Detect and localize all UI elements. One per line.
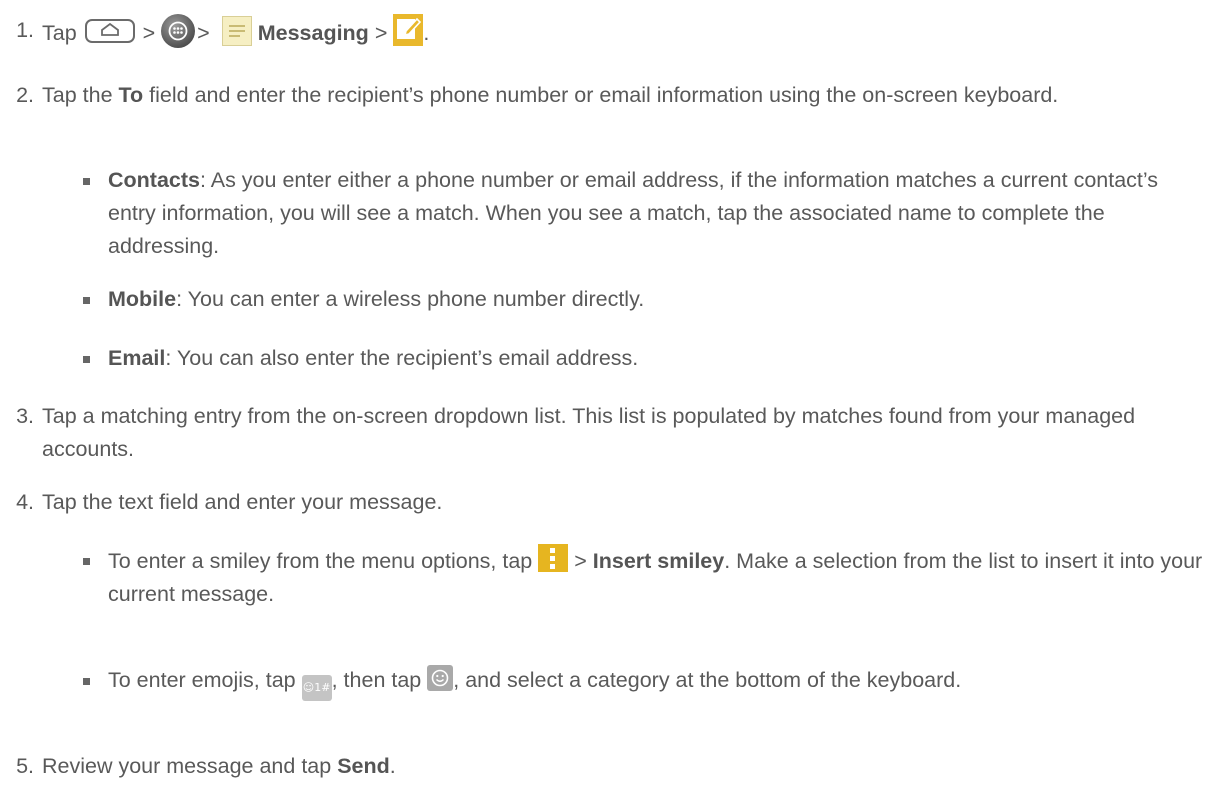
bullet-marker (83, 178, 90, 185)
home-button-icon (84, 19, 135, 43)
bullet-text-post: , and select a category at the bottom of… (453, 668, 962, 692)
bullet-body: : You can enter a wireless phone number … (176, 287, 645, 311)
bullet-marker (83, 558, 90, 565)
step-text-post: . (389, 754, 396, 778)
menu-icon (538, 544, 569, 572)
bullet-body: : You can also enter the recipient’s ema… (165, 346, 639, 370)
insert-smiley-label: Insert smiley (592, 549, 725, 573)
separator: > (142, 21, 156, 45)
bullet-title: Mobile (108, 287, 177, 311)
messaging-icon (221, 16, 252, 46)
bullet-text: Email: You can also enter the recipient’… (108, 342, 1208, 375)
bullet-text: To enter emojis, tap ☺1#, then tap , and… (108, 664, 1208, 701)
bullet-text: To enter a smiley from the menu options,… (108, 544, 1208, 611)
bullet-text-mid: , then tap (331, 668, 422, 692)
messaging-label: Messaging (257, 21, 369, 45)
emoji-key-icon: ☺1# (301, 675, 332, 701)
apps-icon (161, 14, 196, 48)
step-text-post: field and enter the recipient’s phone nu… (149, 83, 1059, 107)
step-number: 4. (16, 490, 34, 514)
step-text: Review your message and tap Send. (42, 750, 1202, 783)
compose-icon (393, 14, 424, 46)
bullet-marker (83, 678, 90, 685)
step-number: 5. (16, 754, 34, 778)
step-number: 3. (16, 404, 34, 428)
tap-label: Tap (42, 21, 77, 45)
to-field-label: To (118, 83, 144, 107)
step-number: 1. (16, 18, 34, 42)
bullet-body: : As you enter either a phone number or … (108, 168, 1159, 258)
separator: > (374, 21, 388, 45)
bullet-text: Contacts: As you enter either a phone nu… (108, 164, 1208, 263)
step-text-pre: Tap the (42, 83, 113, 107)
bullet-marker (83, 297, 90, 304)
step-text: Tap the To field and enter the recipient… (42, 79, 1202, 112)
separator: > (197, 21, 210, 45)
step-text: Tap a matching entry from the on-screen … (42, 404, 1136, 461)
step-text: Tap > > Messaging > . (42, 14, 1202, 50)
step-text: Tap the text field and enter your messag… (42, 490, 443, 514)
step-number: 2. (16, 83, 34, 107)
period: . (423, 21, 430, 45)
send-label: Send (337, 754, 390, 778)
bullet-text-pre: To enter a smiley from the menu options,… (108, 549, 533, 573)
step-text-pre: Review your message and tap (42, 754, 332, 778)
bullet-text: Mobile: You can enter a wireless phone n… (108, 283, 1208, 316)
bullet-title: Email (108, 346, 166, 370)
smiley-key-icon (427, 665, 454, 691)
bullet-marker (83, 356, 90, 363)
bullet-text-pre: To enter emojis, tap (108, 668, 296, 692)
separator: > (574, 549, 587, 573)
bullet-title: Contacts (108, 168, 200, 192)
